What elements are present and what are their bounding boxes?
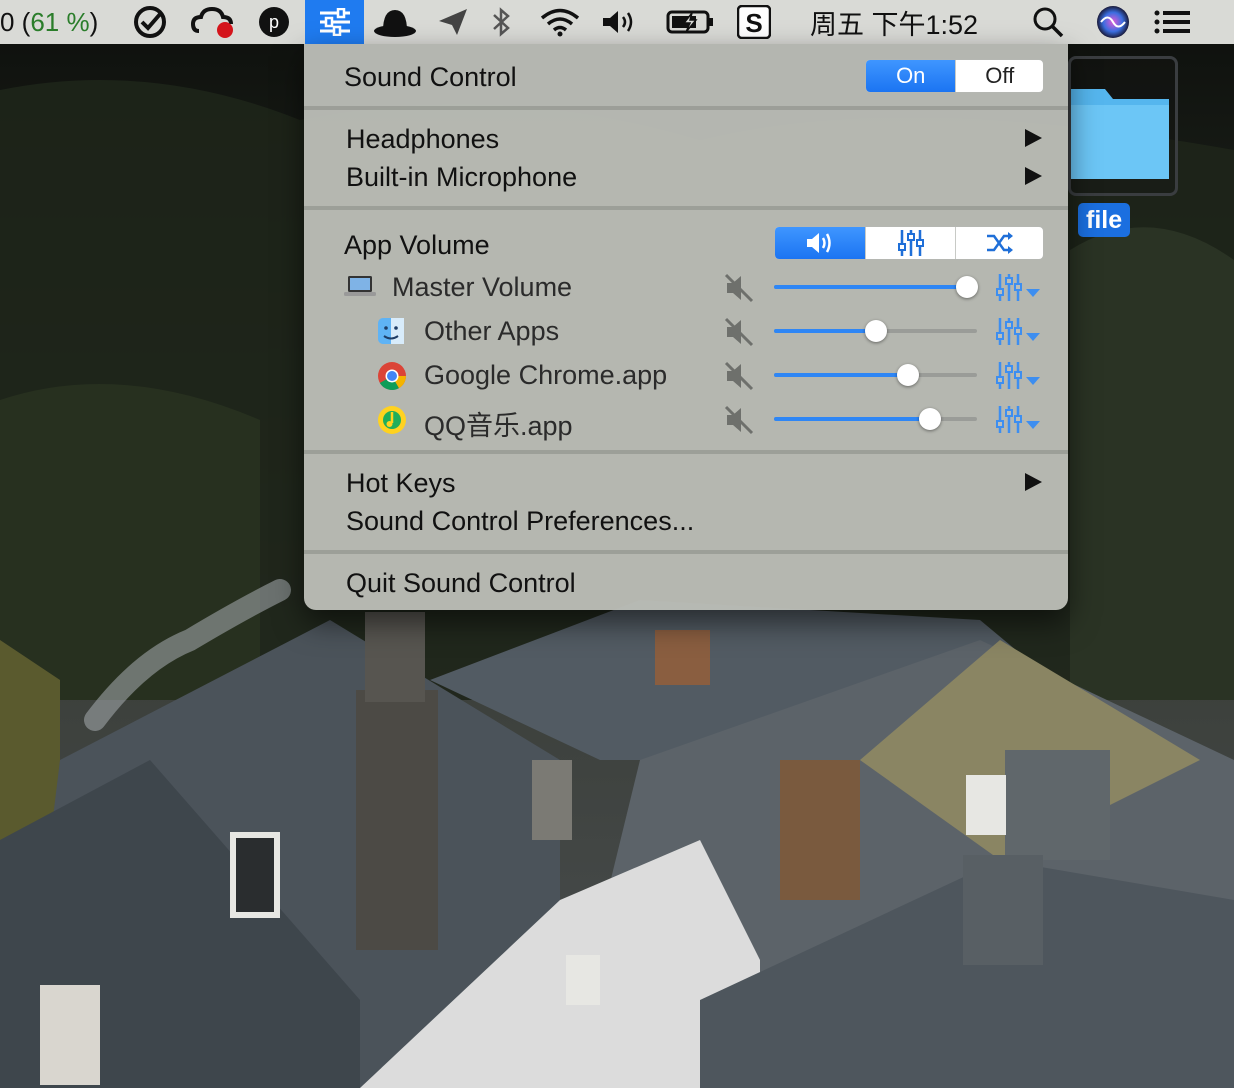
bluetooth-icon[interactable] xyxy=(488,0,514,44)
menubar-clock[interactable]: 周五 下午1:52 xyxy=(810,0,978,44)
menu-bar: 0 (61 %) p S 周五 下午1:52 xyxy=(0,0,1234,44)
mute-qq-music-icon[interactable] xyxy=(724,405,754,435)
battery-suffix: ) xyxy=(89,6,99,37)
submenu-arrow-hot-keys-icon xyxy=(1025,473,1042,491)
volume-slider-other-apps[interactable] xyxy=(774,320,977,342)
mute-other-apps-icon[interactable] xyxy=(724,317,754,347)
on-off-toggle[interactable]: On Off xyxy=(865,59,1044,93)
row-label-master-volume: Master Volume xyxy=(392,272,573,302)
battery-prefix: 0 ( xyxy=(0,6,31,37)
submenu-arrow-microphone-icon xyxy=(1025,167,1042,185)
menu-item-quit[interactable]: Quit Sound Control xyxy=(346,568,576,599)
sound-control-icon[interactable] xyxy=(305,0,364,44)
tick-tick-icon[interactable] xyxy=(130,0,170,44)
separator xyxy=(304,206,1068,210)
app-volume-label: App Volume xyxy=(344,230,490,260)
menu-item-hot-keys[interactable]: Hot Keys xyxy=(346,468,456,499)
menu-item-built-in-microphone[interactable]: Built-in Microphone xyxy=(346,162,577,193)
slider-fill xyxy=(774,285,967,289)
slider-fill xyxy=(774,329,876,333)
volume-icon[interactable] xyxy=(600,0,638,44)
desktop-folder[interactable] xyxy=(1068,56,1178,196)
chrome-icon xyxy=(378,362,406,390)
menu-item-headphones[interactable]: Headphones xyxy=(346,124,499,155)
equalizer-dropdown-chrome-icon[interactable] xyxy=(996,361,1042,391)
menu-item-preferences[interactable]: Sound Control Preferences... xyxy=(346,506,694,537)
volume-slider-qq-music[interactable] xyxy=(774,408,977,430)
toggle-on-button[interactable]: On xyxy=(866,60,956,92)
sound-control-menu: Sound Control On Off Headphones Built-in… xyxy=(304,44,1068,610)
volume-mode-icon[interactable] xyxy=(775,227,865,259)
separator xyxy=(304,550,1068,554)
row-label-qq-music: QQ音乐.app xyxy=(424,411,573,441)
mute-chrome-icon[interactable] xyxy=(724,361,754,391)
folder-label[interactable]: file xyxy=(1078,203,1131,237)
slider-knob[interactable] xyxy=(865,320,887,342)
equalizer-mode-icon[interactable] xyxy=(865,227,955,259)
separator xyxy=(304,450,1068,454)
mute-master-icon[interactable] xyxy=(724,273,754,303)
qq-music-icon xyxy=(378,406,406,434)
equalizer-dropdown-other-apps-icon[interactable] xyxy=(996,317,1042,347)
wifi-icon[interactable] xyxy=(538,0,582,44)
menu-title: Sound Control xyxy=(344,62,517,92)
svg-text:S: S xyxy=(745,8,762,38)
folder-icon xyxy=(1071,89,1169,179)
siri-icon[interactable] xyxy=(1094,0,1132,44)
row-label-other-apps: Other Apps xyxy=(424,316,560,346)
slider-knob[interactable] xyxy=(956,276,978,298)
search-icon[interactable] xyxy=(1030,0,1066,44)
macbook-icon xyxy=(344,276,376,296)
svg-text:p: p xyxy=(269,12,279,32)
separator xyxy=(304,106,1068,110)
s-app-icon[interactable]: S xyxy=(736,0,772,44)
p-app-icon[interactable]: p xyxy=(257,0,291,44)
battery-charging-icon[interactable] xyxy=(665,0,715,44)
equalizer-dropdown-master-icon[interactable] xyxy=(996,273,1042,303)
equalizer-dropdown-qq-music-icon[interactable] xyxy=(996,405,1042,435)
slider-fill xyxy=(774,417,930,421)
cloud-app-icon[interactable] xyxy=(190,0,236,44)
slider-knob[interactable] xyxy=(897,364,919,386)
shuffle-mode-icon[interactable] xyxy=(955,227,1043,259)
send-icon[interactable] xyxy=(436,0,470,44)
finder-icon xyxy=(378,318,404,344)
hat-icon[interactable] xyxy=(372,0,418,44)
volume-slider-master[interactable] xyxy=(774,276,978,298)
volume-mode-selector[interactable] xyxy=(774,226,1044,260)
submenu-arrow-headphones-icon xyxy=(1025,129,1042,147)
slider-fill xyxy=(774,373,908,377)
toggle-off-button[interactable]: Off xyxy=(955,60,1043,92)
battery-percent-value: 61 % xyxy=(30,6,90,37)
row-label-google-chrome: Google Chrome.app xyxy=(424,360,668,390)
volume-slider-chrome[interactable] xyxy=(774,364,977,386)
notification-list-icon[interactable] xyxy=(1152,0,1192,44)
slider-knob[interactable] xyxy=(919,408,941,430)
battery-percentage[interactable]: 0 (61 %) xyxy=(0,0,98,44)
